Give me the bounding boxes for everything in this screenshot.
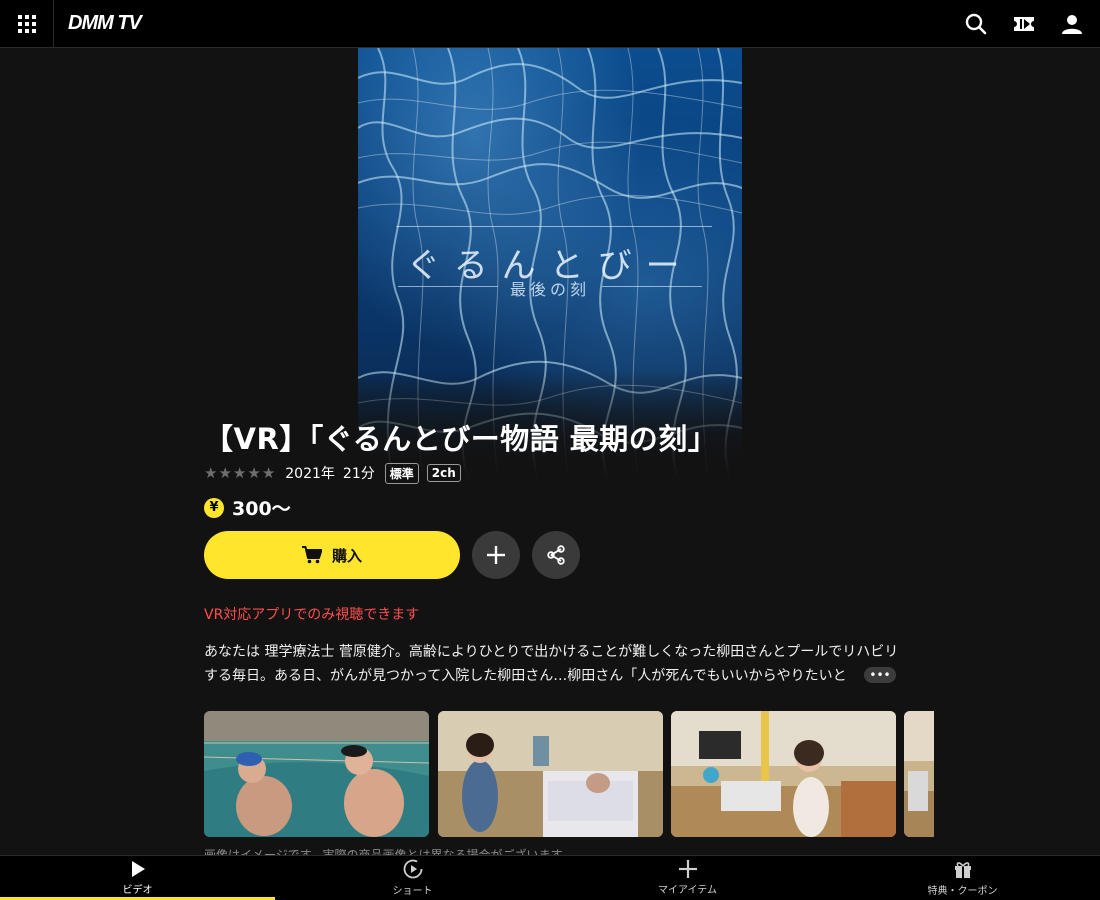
poster-subtitle-rule-right	[602, 286, 702, 287]
search-icon	[965, 13, 987, 35]
nav-benefits-coupon[interactable]: 特典・クーポン	[825, 856, 1100, 900]
dmm-tv-logo[interactable]: DMM TV	[68, 12, 142, 35]
nav-my-items-label: マイアイテム	[658, 885, 717, 896]
grid-menu-button[interactable]	[0, 0, 54, 48]
description-text: あなたは 理学療法士 菅原健介。高齢によりひとりで出かけることが難しくなった柳田…	[204, 644, 899, 684]
audio-tag: 2ch	[426, 464, 461, 482]
screenshot-thumbnail-living-room[interactable]	[671, 711, 896, 837]
gift-icon	[954, 862, 971, 878]
buy-button-label: 購入	[331, 546, 362, 565]
plus-icon	[678, 860, 697, 878]
share-button[interactable]	[532, 531, 580, 579]
star-rating: ★ ★ ★ ★ ★	[204, 464, 275, 482]
nav-video[interactable]: ビデオ	[0, 856, 275, 900]
content-title: 【VR】「ぐるんとびー物語 最期の刻」	[204, 422, 718, 456]
search-button[interactable]	[952, 0, 1000, 48]
account-button[interactable]	[1048, 0, 1096, 48]
poster-title-rule-top	[396, 226, 712, 227]
play-icon	[131, 861, 145, 877]
add-to-list-button[interactable]	[472, 531, 520, 579]
meta-row: ★ ★ ★ ★ ★ 2021年 21分 標準 2ch	[204, 462, 467, 484]
price: ¥ 300〜	[204, 494, 291, 521]
yen-icon: ¥	[204, 497, 224, 518]
grid-menu-icon	[17, 14, 36, 33]
poster-subtitle: 最後の刻	[509, 280, 590, 299]
release-year: 2021年	[285, 466, 335, 482]
bottom-navigation: ビデオ ショート マイアイテム 特典・クーポン	[0, 855, 1100, 900]
nav-short[interactable]: ショート	[275, 856, 550, 900]
screenshot-thumbnail-pool[interactable]	[204, 711, 429, 837]
user-icon	[1062, 15, 1082, 34]
share-icon	[547, 545, 565, 565]
cart-icon	[301, 546, 322, 564]
nav-my-items[interactable]: マイアイテム	[550, 856, 825, 900]
star-icon: ★	[247, 464, 261, 482]
buy-button[interactable]: 購入	[204, 531, 460, 579]
nav-short-label: ショート	[392, 886, 433, 897]
duration: 21分	[342, 466, 375, 482]
top-header: DMM TV	[0, 0, 1100, 48]
nav-video-label: ビデオ	[122, 885, 153, 896]
vr-notice: VR対応アプリでのみ視聴できます	[204, 607, 420, 623]
price-value: 300〜	[232, 498, 291, 520]
more-description-button[interactable]: •••	[864, 667, 896, 683]
star-icon: ★	[204, 464, 218, 482]
nav-benefits-coupon-label: 特典・クーポン	[927, 886, 998, 897]
quality-tag: 標準	[384, 462, 419, 484]
ticket-icon	[1014, 17, 1034, 31]
star-icon: ★	[261, 464, 276, 482]
star-icon: ★	[232, 464, 247, 482]
ticket-button[interactable]	[1000, 0, 1048, 48]
plus-icon	[487, 546, 505, 564]
screenshot-thumbnail-partial[interactable]	[904, 711, 934, 837]
screenshot-thumbnail-hospital[interactable]	[438, 711, 663, 837]
short-play-icon	[403, 859, 422, 879]
star-icon: ★	[218, 464, 232, 482]
screenshot-carousel	[204, 711, 934, 837]
